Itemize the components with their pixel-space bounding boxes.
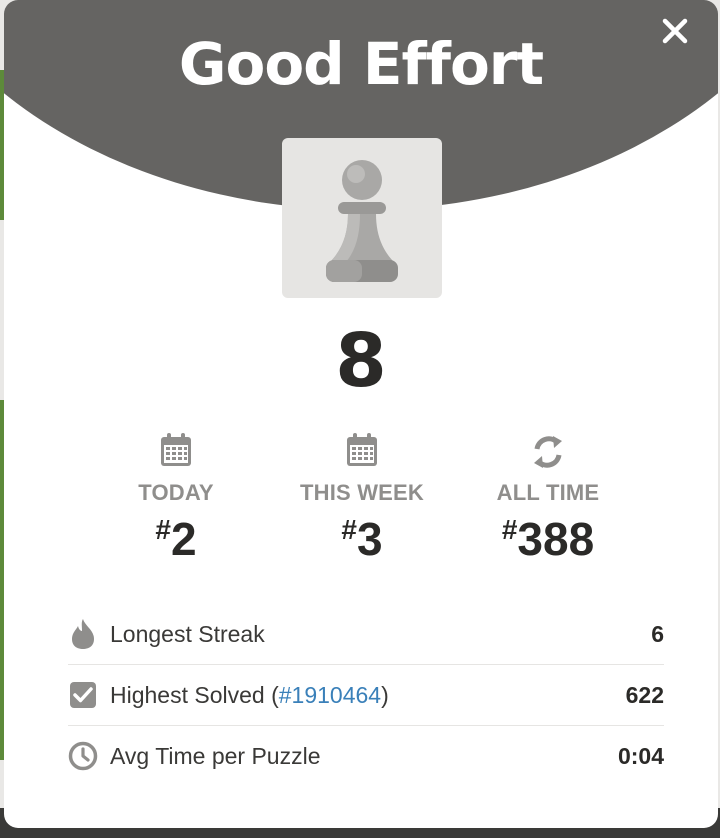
stat-value: 622 (625, 681, 664, 708)
flame-icon (72, 619, 94, 649)
checkbox-icon (70, 682, 96, 708)
clock-icon (68, 741, 98, 771)
stat-value: 6 (651, 620, 664, 647)
puzzle-link[interactable]: #1910464 (279, 682, 381, 708)
rank-label: THIS WEEK (299, 480, 425, 505)
pawn-icon (326, 160, 398, 282)
stats-list: Longest Streak 6 Highest Solved (#191046… (68, 604, 664, 786)
stat-label: Highest Solved (#1910464) (110, 681, 389, 708)
rank-label: ALL TIME (496, 480, 600, 505)
puzzle-rating-score: 8 (335, 318, 387, 404)
piece-image (282, 138, 442, 298)
refresh-icon (534, 436, 562, 468)
stat-longest-streak: Longest Streak 6 (68, 604, 664, 665)
modal-title: Good Effort (178, 30, 544, 98)
calendar-icon (161, 433, 191, 466)
rank-summary: TODAY #2 THIS WEEK #3 ALL TIME #388 (4, 432, 718, 572)
stat-highest-solved: Highest Solved (#1910464) 622 (68, 665, 664, 726)
stat-avg-time: Avg Time per Puzzle 0:04 (68, 726, 664, 786)
puzzle-result-modal: Good Effort 8 TODAY #2 THIS WEEK #3 ALL … (4, 0, 718, 828)
calendar-icon (347, 433, 377, 466)
rank-today: TODAY #2 (76, 432, 276, 566)
stat-value: 0:04 (617, 742, 664, 769)
stat-label: Longest Streak (110, 620, 265, 647)
rank-label: TODAY (138, 480, 214, 505)
rank-value: #388 (501, 513, 595, 565)
stat-label: Avg Time per Puzzle (110, 742, 321, 769)
rank-this-week: THIS WEEK #3 (262, 432, 462, 566)
rank-all-time: ALL TIME #388 (448, 432, 648, 566)
rank-value: #2 (155, 513, 197, 565)
rank-value: #3 (341, 513, 383, 565)
